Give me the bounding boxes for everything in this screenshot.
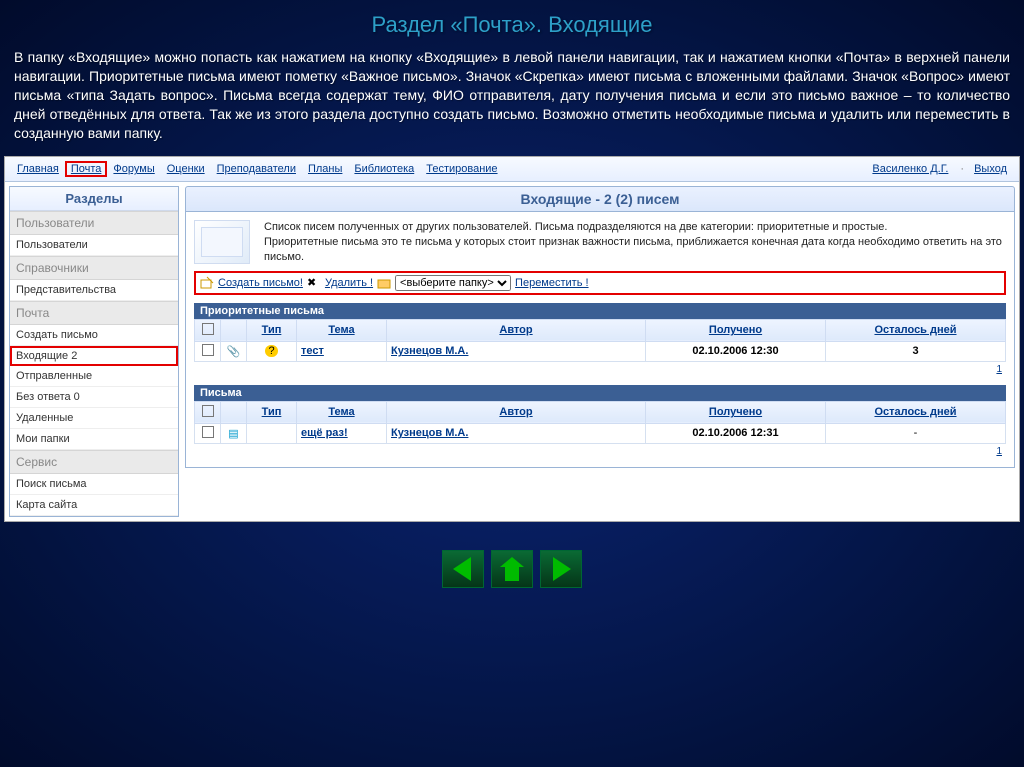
slide-description: В папку «Входящие» можно попасть как наж… [0,44,1024,156]
document-icon: ▤ [228,428,238,440]
mail-toolbar: Создать письмо! ✖ Удалить ! <выберите па… [194,271,1006,295]
home-slide-button[interactable] [491,550,533,588]
col-received[interactable]: Получено [646,319,826,341]
regular-table: Тип Тема Автор Получено Осталось дней ▤ … [194,401,1006,444]
mail-days: 3 [912,345,918,357]
top-nav: Главная Почта Форумы Оценки Преподавател… [5,157,1019,182]
question-icon: ? [265,345,277,357]
sidebar-title: Разделы [10,187,178,211]
sidebar-item-deleted[interactable]: Удаленные [10,408,178,429]
mail-received: 02.10.2006 12:31 [692,427,778,439]
nav-testing[interactable]: Тестирование [420,161,503,177]
sidebar-item-reps[interactable]: Представительства [10,280,178,301]
col-subject[interactable]: Тема [297,401,387,423]
app-window: Главная Почта Форумы Оценки Преподавател… [4,156,1020,522]
sidebar-section-mail: Почта [10,301,178,325]
nav-teachers[interactable]: Преподаватели [211,161,302,177]
nav-plans[interactable]: Планы [302,161,348,177]
col-author[interactable]: Автор [387,319,646,341]
delete-icon: ✖ [307,276,321,290]
regular-header: Письма [194,385,1006,401]
mail-subject[interactable]: тест [301,345,324,357]
folder-select[interactable]: <выберите папку> [395,275,511,291]
prev-slide-button[interactable] [442,550,484,588]
panel-description: Список писем полученных от других пользо… [264,220,1006,265]
mail-author[interactable]: Кузнецов М.А. [391,345,468,357]
sidebar-item-myfolders[interactable]: Мои папки [10,429,178,450]
col-days[interactable]: Осталось дней [826,319,1006,341]
col-author[interactable]: Автор [387,401,646,423]
sidebar-item-sent[interactable]: Отправленные [10,366,178,387]
delete-link[interactable]: Удалить ! [325,277,373,289]
priority-header: Приоритетные письма [194,303,1006,319]
sidebar-item-inbox[interactable]: Входящие 2 [10,346,178,366]
move-link[interactable]: Переместить ! [515,277,589,289]
folder-icon [377,276,391,290]
user-link[interactable]: Василенко Д.Г. [866,161,956,177]
slide-nav [0,522,1024,591]
main-panel: Входящие - 2 (2) писем Список писем полу… [185,186,1015,468]
sidebar-item-users[interactable]: Пользователи [10,235,178,256]
col-type[interactable]: Тип [247,401,297,423]
sidebar-section-refs: Справочники [10,256,178,280]
col-subject[interactable]: Тема [297,319,387,341]
logout-link[interactable]: Выход [968,161,1013,177]
compose-icon [200,276,214,290]
sidebar-section-service: Сервис [10,450,178,474]
row-checkbox[interactable] [202,426,214,438]
table-row: 📎 ? тест Кузнецов М.А. 02.10.2006 12:30 … [195,341,1006,361]
sidebar-item-sitemap[interactable]: Карта сайта [10,495,178,516]
sidebar-item-compose[interactable]: Создать письмо [10,325,178,346]
regular-page[interactable]: 1 [194,444,1006,459]
mail-subject[interactable]: ещё раз! [301,427,348,439]
checkbox-all-priority[interactable] [202,323,214,335]
nav-forums[interactable]: Форумы [107,161,160,177]
compose-link[interactable]: Создать письмо! [218,277,303,289]
col-type[interactable]: Тип [247,319,297,341]
attachment-icon: 📎 [227,346,241,358]
sidebar-item-search[interactable]: Поиск письма [10,474,178,495]
slide-title: Раздел «Почта». Входящие [0,0,1024,44]
nav-mail[interactable]: Почта [65,161,108,177]
nav-library[interactable]: Библиотека [348,161,420,177]
col-days[interactable]: Осталось дней [826,401,1006,423]
panel-title: Входящие - 2 (2) писем [185,186,1015,212]
priority-table: Тип Тема Автор Получено Осталось дней 📎 … [194,319,1006,362]
nav-main[interactable]: Главная [11,161,65,177]
nav-grades[interactable]: Оценки [161,161,211,177]
priority-page[interactable]: 1 [194,362,1006,377]
table-row: ▤ ещё раз! Кузнецов М.А. 02.10.2006 12:3… [195,423,1006,443]
row-checkbox[interactable] [202,344,214,356]
letter-icon [194,220,250,264]
col-received[interactable]: Получено [646,401,826,423]
next-slide-button[interactable] [540,550,582,588]
sidebar-item-noanswer[interactable]: Без ответа 0 [10,387,178,408]
sidebar: Разделы Пользователи Пользователи Справо… [9,186,179,517]
mail-author[interactable]: Кузнецов М.А. [391,427,468,439]
sidebar-section-users: Пользователи [10,211,178,235]
mail-days: - [826,423,1006,443]
mail-received: 02.10.2006 12:30 [692,345,778,357]
checkbox-all-regular[interactable] [202,405,214,417]
